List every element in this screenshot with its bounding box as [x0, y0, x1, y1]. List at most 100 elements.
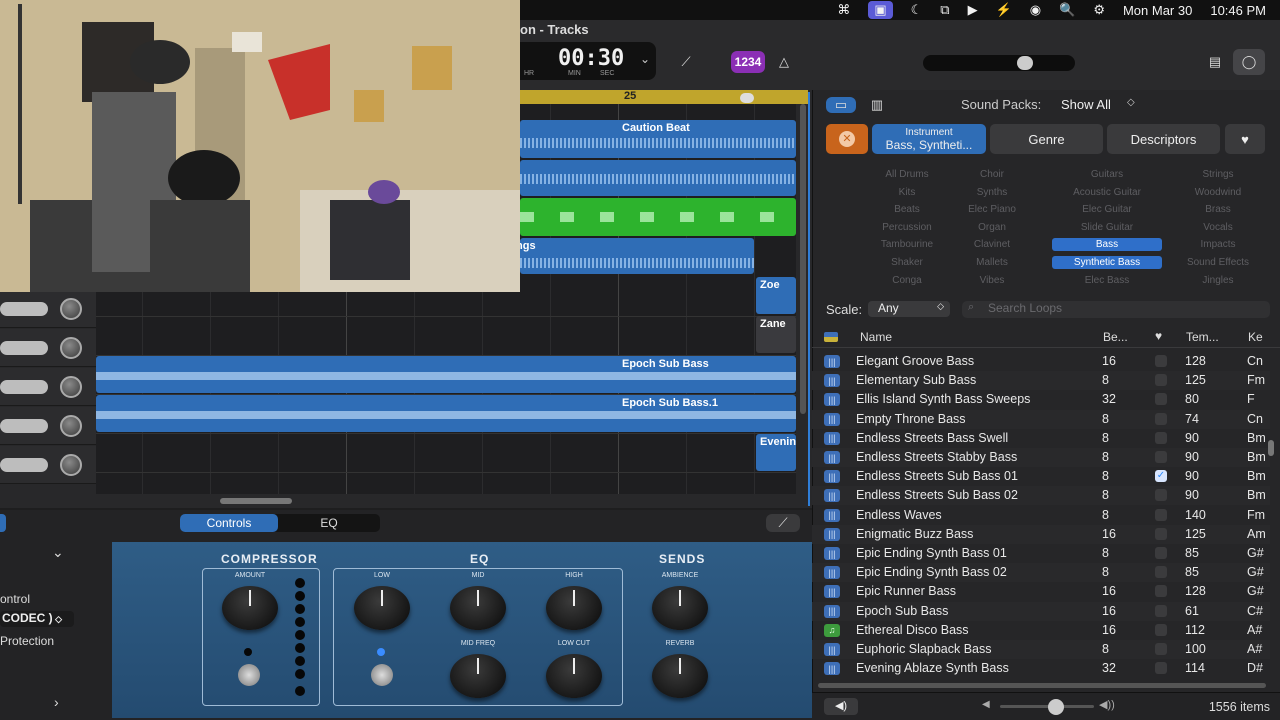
metronome-icon[interactable]: △ [772, 50, 796, 74]
track-volume-knob[interactable] [60, 337, 82, 359]
button-view-icon[interactable]: ▥ [864, 97, 890, 113]
loop-row[interactable]: ||| Epic Runner Bass 16 128 G# [812, 582, 1270, 601]
region-caution-beat[interactable]: Caution Beat [520, 120, 796, 158]
search-loops-input[interactable]: ⌕ Search Loops [962, 301, 1270, 318]
favorite-column-heart-icon[interactable]: ♥ [1155, 329, 1162, 343]
count-in-button[interactable]: 1234 [731, 51, 765, 73]
column-name[interactable]: Name [860, 330, 892, 344]
keyword-button[interactable]: Sound Effects [1163, 256, 1273, 269]
loop-row[interactable]: ||| Elegant Groove Bass 16 128 Cn [812, 352, 1270, 371]
sound-packs-select[interactable]: Show All [1061, 97, 1111, 112]
play-icon[interactable]: ▶ [968, 2, 978, 18]
lcd-display[interactable]: 00:30 HR MIN SEC ⌄ [500, 42, 656, 80]
keyword-button[interactable]: Brass [1163, 203, 1273, 216]
loop-row[interactable]: ||| Evening Ablaze Synth Bass 32 114 D# [812, 659, 1270, 678]
chevron-updown-icon[interactable]: ◇ [1127, 97, 1135, 108]
keyword-button[interactable]: Synthetic Bass [1052, 256, 1162, 269]
high-knob[interactable] [546, 586, 602, 630]
keyword-button[interactable]: Impacts [1163, 238, 1273, 251]
region-zoe[interactable]: Zoe [756, 277, 796, 314]
type-column-icon[interactable] [824, 332, 838, 342]
eq-switch[interactable] [371, 664, 393, 686]
master-volume-slider[interactable] [923, 55, 1075, 71]
loop-row[interactable]: ||| Endless Streets Sub Bass 02 8 90 Bm [812, 486, 1270, 506]
timeline-ruler[interactable]: 25 [520, 90, 808, 104]
region-beat-2[interactable] [520, 160, 796, 196]
region-evening[interactable]: Evenin [756, 434, 796, 471]
edit-controls-icon[interactable]: ⟋ [766, 514, 800, 532]
favorite-checkbox[interactable] [1155, 604, 1167, 617]
favorite-checkbox[interactable] [1155, 508, 1167, 521]
loop-row[interactable]: ||| Ellis Island Synth Bass Sweeps 32 80 F [812, 390, 1270, 409]
keyword-button[interactable]: Vibes [937, 274, 1047, 287]
clear-filter-button[interactable]: ✕ [826, 124, 868, 154]
keyword-button[interactable]: Clavinet [937, 238, 1047, 251]
favorite-checkbox[interactable] [1155, 451, 1167, 463]
keyword-button[interactable]: Elec Piano [937, 203, 1047, 216]
column-view-icon[interactable]: ▭ [826, 97, 856, 113]
scale-select[interactable]: Any ◇ [868, 301, 950, 317]
favorite-checkbox[interactable] [1155, 412, 1167, 425]
favorite-checkbox[interactable] [1155, 489, 1167, 502]
track-volume-knob[interactable] [60, 454, 82, 476]
loop-row[interactable]: ||| Epic Ending Synth Bass 01 8 85 G# [812, 544, 1270, 563]
horizontal-scrollbar[interactable] [220, 498, 292, 504]
ambience-knob[interactable] [652, 586, 708, 630]
favorite-checkbox[interactable] [1155, 355, 1167, 367]
keyword-button[interactable]: Choir [937, 168, 1047, 181]
loop-row[interactable]: ||| Endless Streets Bass Swell 8 90 Bm [812, 429, 1270, 448]
keyword-button[interactable]: Synths [937, 186, 1047, 199]
keyword-button[interactable]: Acoustic Guitar [1052, 186, 1162, 199]
keyword-button[interactable]: Elec Guitar [1052, 203, 1162, 216]
menu-extra-icon-2[interactable]: ▣ [868, 1, 893, 19]
loop-row[interactable]: ||| Epic Ending Synth Bass 02 8 85 G# [812, 563, 1270, 583]
checkmark-icon[interactable]: ✓ [1155, 470, 1167, 483]
track-volume-knob[interactable] [60, 298, 82, 320]
favorite-checkbox[interactable] [1155, 527, 1167, 540]
window-icon[interactable]: ⧉ [940, 2, 949, 18]
region-strings[interactable]: ngs [520, 238, 754, 274]
track-volume-knob[interactable] [60, 376, 82, 398]
instrument-filter-button[interactable]: Instrument Bass, Syntheti... [872, 124, 986, 154]
keyword-button[interactable]: Bass [1052, 238, 1162, 252]
column-beats[interactable]: Be... [1103, 330, 1128, 344]
chevron-down-icon[interactable]: ⌄ [640, 52, 650, 66]
loop-row[interactable]: ||| Endless Streets Stabby Bass 8 90 Bm [812, 448, 1270, 467]
region-epoch-sub-bass-1[interactable]: Epoch Sub Bass.1 [96, 395, 796, 432]
favorite-checkbox[interactable] [1155, 374, 1167, 387]
loop-row[interactable]: ||| Enigmatic Buzz Bass 16 125 Am [812, 524, 1270, 544]
track-volume-knob[interactable] [60, 415, 82, 437]
speaker-icon[interactable]: ◀) [824, 698, 858, 715]
track-header[interactable] [0, 329, 96, 367]
region-midi-green[interactable] [520, 198, 796, 236]
tab-eq[interactable]: EQ [280, 514, 378, 532]
mid-freq-knob[interactable] [450, 654, 506, 698]
keyword-button[interactable]: Slide Guitar [1052, 221, 1162, 234]
chevron-right-icon[interactable]: › [54, 694, 59, 710]
amount-knob[interactable] [222, 586, 278, 630]
track-header[interactable] [0, 290, 96, 328]
ruler-zoom-handle[interactable] [740, 93, 754, 103]
mid-knob[interactable] [450, 586, 506, 630]
track-toggle[interactable] [0, 419, 48, 433]
column-key[interactable]: Ke [1248, 330, 1263, 344]
keyword-button[interactable]: Vocals [1163, 221, 1273, 234]
menubar-time[interactable]: 10:46 PM [1210, 3, 1266, 18]
region-epoch-sub-bass[interactable]: Epoch Sub Bass [96, 356, 796, 393]
loop-row[interactable]: ||| Euphoric Slapback Bass 8 100 A# [812, 640, 1270, 659]
focus-moon-icon[interactable]: ☾ [911, 2, 923, 18]
favorite-checkbox[interactable] [1155, 393, 1167, 406]
track-header[interactable] [0, 446, 96, 484]
favorite-checkbox[interactable] [1155, 662, 1167, 675]
track-toggle[interactable] [0, 458, 48, 472]
wifi-icon[interactable]: ◉ [1030, 2, 1041, 18]
tuner-icon[interactable]: ⟋ [672, 50, 700, 74]
favorite-checkbox[interactable] [1155, 585, 1167, 598]
preview-volume-knob[interactable] [1048, 699, 1065, 715]
loop-row[interactable]: ||| Empty Throne Bass 8 74 Cn [812, 409, 1270, 429]
region-zane[interactable]: Zane [756, 316, 796, 353]
control-center-icon[interactable]: ⚙ [1093, 2, 1105, 18]
low-knob[interactable] [354, 586, 410, 630]
notepad-icon[interactable]: ▤ [1203, 51, 1227, 73]
descriptors-filter-button[interactable]: Descriptors [1107, 124, 1220, 154]
